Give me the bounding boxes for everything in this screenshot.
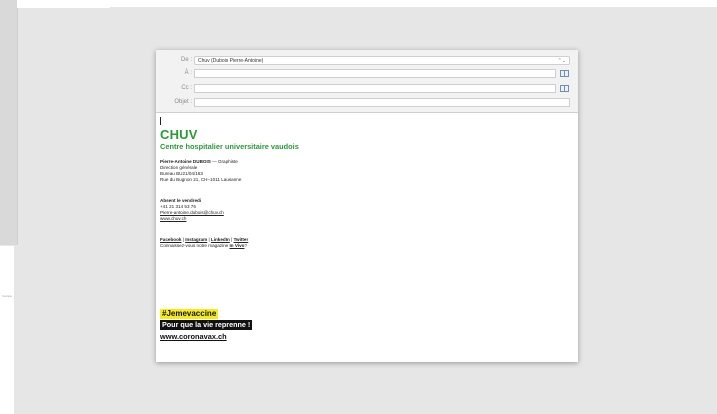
address-book-icon[interactable] — [560, 70, 569, 77]
background-window-lower-left: Campa — [0, 246, 14, 414]
to-input[interactable] — [194, 69, 556, 78]
cc-input[interactable] — [194, 84, 556, 93]
subject-label: Objet : — [174, 99, 192, 105]
signature-org-full: Centre hospitalier universitaire vaudois — [160, 142, 299, 151]
to-row: À : — [156, 68, 578, 80]
from-label: De : — [180, 57, 192, 63]
campaign-slogan: Pour que la vie reprenne ! — [160, 320, 253, 330]
linkedin-link[interactable]: LinkedIn — [211, 237, 230, 242]
cc-row: Cc : — [156, 83, 578, 95]
text-cursor — [160, 117, 161, 125]
signature-role: — Graphiste — [210, 159, 238, 164]
magazine-text: Connaissez-vous notre magazine — [160, 243, 230, 248]
twitter-link[interactable]: Twitter — [234, 237, 249, 242]
signature-address: Rue du Bugnon 21, CH–1011 Lausanne — [160, 177, 242, 182]
background-window-left — [0, 0, 18, 245]
signature-name: Pierre-Antoine DUBOIS — [160, 159, 211, 164]
signature-org-short: CHUV — [160, 127, 198, 142]
select-arrows-icon: ⌃⌄ — [557, 58, 566, 64]
to-label: À : — [184, 70, 192, 76]
compose-header: De : Chuv (Dubois Pierre-Antoine) ⌃⌄ À :… — [156, 50, 578, 113]
background-window-top — [110, 0, 717, 7]
campaign-hashtag: #Jemevaccine — [160, 309, 219, 319]
subject-row: Objet : — [156, 97, 578, 109]
from-value: Chuv (Dubois Pierre-Antoine) — [198, 58, 264, 64]
signature-website-link[interactable]: www.chuv.ch — [160, 216, 224, 222]
address-book-icon[interactable] — [560, 85, 569, 92]
subject-input[interactable] — [194, 98, 570, 107]
background-tiny-label: Campa — [2, 294, 12, 298]
instagram-link[interactable]: Instagram — [185, 237, 207, 242]
cc-label: Cc : — [181, 85, 192, 91]
from-select[interactable]: Chuv (Dubois Pierre-Antoine) ⌃⌄ — [194, 56, 570, 65]
signature-contact: Absent le vendredi +41 21 314 53 76 Pier… — [160, 198, 224, 222]
from-row: De : Chuv (Dubois Pierre-Antoine) ⌃⌄ — [156, 55, 578, 67]
campaign-site-link[interactable]: www.coronavax.ch — [160, 332, 227, 342]
background-strip — [17, 0, 110, 8]
facebook-link[interactable]: Facebook — [160, 237, 181, 242]
message-body[interactable]: CHUV Centre hospitalier universitaire va… — [156, 113, 578, 362]
signature-identity: Pierre-Antoine DUBOIS — Graphiste Direct… — [160, 159, 241, 183]
signature-social: Facebook | Instagram | LinkedIn | Twitte… — [160, 237, 248, 249]
mail-compose-window: De : Chuv (Dubois Pierre-Antoine) ⌃⌄ À :… — [156, 50, 578, 362]
magazine-end: ? — [244, 243, 248, 248]
magazine-line: Connaissez-vous notre magazine In Vivo? — [160, 243, 248, 249]
magazine-link[interactable]: In Vivo — [229, 243, 244, 248]
